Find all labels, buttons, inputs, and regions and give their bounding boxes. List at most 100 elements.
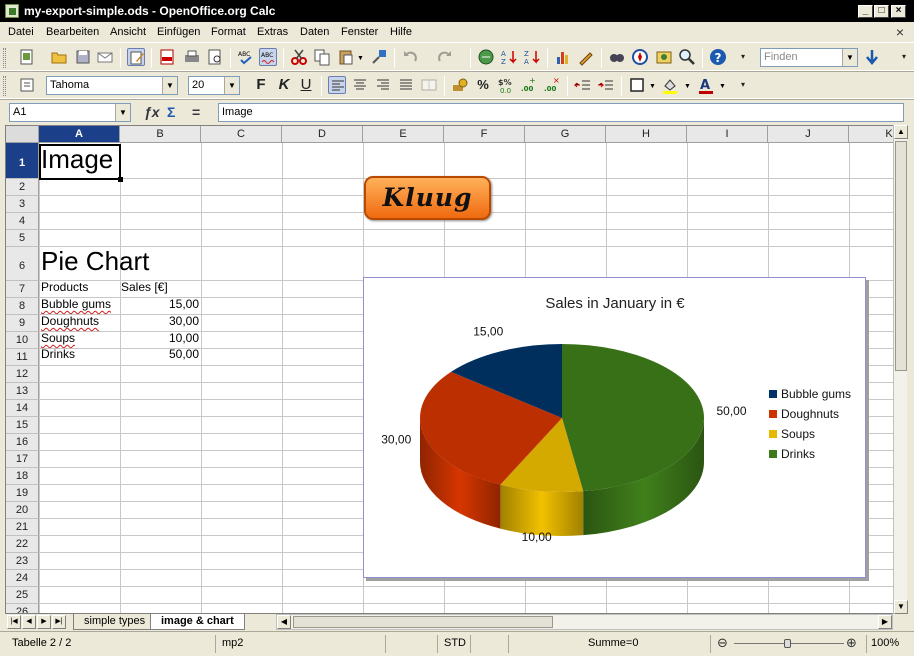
close-button[interactable]: × [891,5,906,18]
clone-formatting-icon[interactable] [370,48,388,66]
pie-chart[interactable]: Sales in January in € 50,00 10,00 30,00 15,0… [363,277,866,578]
row-header-3[interactable]: 3 [6,196,39,213]
row-header-16[interactable]: 16 [6,434,39,451]
function-icon[interactable]: = [192,104,200,120]
paste-icon[interactable] [337,48,355,66]
styles-formatting-icon[interactable] [18,76,36,94]
scroll-up-icon[interactable]: ▲ [894,125,908,139]
column-header-a[interactable]: A [39,126,120,143]
font-name-dropdown-icon[interactable]: ▼ [162,77,177,94]
column-header-b[interactable]: B [120,126,201,143]
toolbar-grip[interactable] [3,76,6,96]
last-sheet-icon[interactable]: ▶| [52,615,66,629]
bold-button[interactable]: F [252,76,270,94]
row-header-19[interactable]: 19 [6,485,39,502]
font-size-select[interactable]: 20 ▼ [188,76,240,95]
page-preview-icon[interactable] [206,48,224,66]
standard-number-format-icon[interactable]: $% 0.0 [497,76,515,94]
cell-a11[interactable]: Drinks [41,347,75,361]
open-folder-icon[interactable] [50,48,68,66]
merge-cells-icon[interactable] [420,76,438,94]
column-header-g[interactable]: G [525,126,606,143]
zoom-icon[interactable] [678,48,696,66]
tab-simple-types[interactable]: simple types [73,614,157,630]
row-header-25[interactable]: 25 [6,587,39,604]
font-name-select[interactable]: Tahoma ▼ [46,76,178,95]
row-header-26[interactable]: 26 [6,604,39,613]
draw-functions-icon[interactable] [577,48,595,66]
menu-daten[interactable]: Daten [300,26,329,38]
percent-format-icon[interactable]: % [474,76,492,94]
font-color-icon[interactable]: A [697,76,715,94]
background-color-dropdown-icon[interactable]: ▼ [684,83,691,90]
zoom-out-icon[interactable]: ⊖ [717,635,728,651]
maximize-button[interactable]: □ [874,5,889,18]
delete-decimal-icon[interactable]: .00 × [543,76,561,94]
row-header-12[interactable]: 12 [6,366,39,383]
align-left-icon[interactable] [328,76,346,94]
row-header-13[interactable]: 13 [6,383,39,400]
column-header-d[interactable]: D [282,126,363,143]
column-header-i[interactable]: I [687,126,768,143]
cell-a10[interactable]: Soups [41,331,75,345]
increase-indent-icon[interactable] [597,76,615,94]
row-header-20[interactable]: 20 [6,502,39,519]
scroll-right-icon[interactable]: ▶ [878,615,892,629]
toolbar-overflow-icon[interactable]: ▾ [734,48,752,66]
background-color-icon[interactable] [661,76,679,94]
find-dropdown-icon[interactable]: ▼ [842,49,857,66]
zoom-in-icon[interactable]: ⊕ [846,635,857,651]
copy-icon[interactable] [313,48,331,66]
status-mode[interactable]: STD [444,637,466,649]
cell-a9[interactable]: Doughnuts [41,314,99,328]
formula-input[interactable]: Image [218,103,904,122]
align-right-icon[interactable] [374,76,392,94]
cell-b9[interactable]: 30,00 [121,314,199,328]
cell-b8[interactable]: 15,00 [121,297,199,311]
edit-mode-icon[interactable] [127,48,145,66]
cell-b11[interactable]: 50,00 [121,347,199,361]
spellcheck-icon[interactable]: ABC [237,48,255,66]
gallery-icon[interactable] [655,48,673,66]
zoom-slider-knob[interactable] [784,639,791,648]
row-header-11[interactable]: 11 [6,349,39,366]
row-header-18[interactable]: 18 [6,468,39,485]
decrease-indent-icon[interactable] [574,76,592,94]
undo-icon[interactable] [401,48,419,66]
row-header-5[interactable]: 5 [6,230,39,247]
row-header-6[interactable]: 6 [6,247,39,281]
cell-b7[interactable]: Sales [€] [121,280,168,294]
underline-button[interactable]: U [297,76,315,94]
borders-dropdown-icon[interactable]: ▼ [649,83,656,90]
row-header-7[interactable]: 7 [6,281,39,298]
status-page-style[interactable]: mp2 [222,637,243,649]
save-icon[interactable] [74,48,92,66]
row-header-21[interactable]: 21 [6,519,39,536]
name-box-dropdown-icon[interactable]: ▼ [115,104,130,121]
row-header-15[interactable]: 15 [6,417,39,434]
function-wizard-icon[interactable]: ƒx [144,104,160,120]
scroll-down-icon[interactable]: ▼ [894,600,908,614]
vertical-scrollbar[interactable]: ▲ ▼ [893,125,908,614]
cell-b10[interactable]: 10,00 [121,331,199,345]
export-pdf-icon[interactable] [158,48,176,66]
cell-a7[interactable]: Products [41,280,88,294]
vertical-scroll-thumb[interactable] [895,141,907,371]
menu-fenster[interactable]: Fenster [341,26,378,38]
email-icon[interactable] [96,48,114,66]
row-header-17[interactable]: 17 [6,451,39,468]
format-toolbar-overflow-icon[interactable]: ▾ [734,76,752,94]
insert-chart-icon[interactable] [554,48,572,66]
cell-a6[interactable]: Pie Chart [41,246,149,277]
find-replace-icon[interactable] [608,48,626,66]
hyperlink-icon[interactable] [477,48,495,66]
sort-ascending-icon[interactable]: AZ [500,48,518,66]
column-header-h[interactable]: H [606,126,687,143]
menu-extras[interactable]: Extras [257,26,288,38]
row-header-2[interactable]: 2 [6,179,39,196]
toolbar-grip[interactable] [3,48,6,68]
row-header-23[interactable]: 23 [6,553,39,570]
find-input[interactable]: Finden ▼ [760,48,858,67]
row-header-14[interactable]: 14 [6,400,39,417]
menu-ansicht[interactable]: Ansicht [110,26,146,38]
